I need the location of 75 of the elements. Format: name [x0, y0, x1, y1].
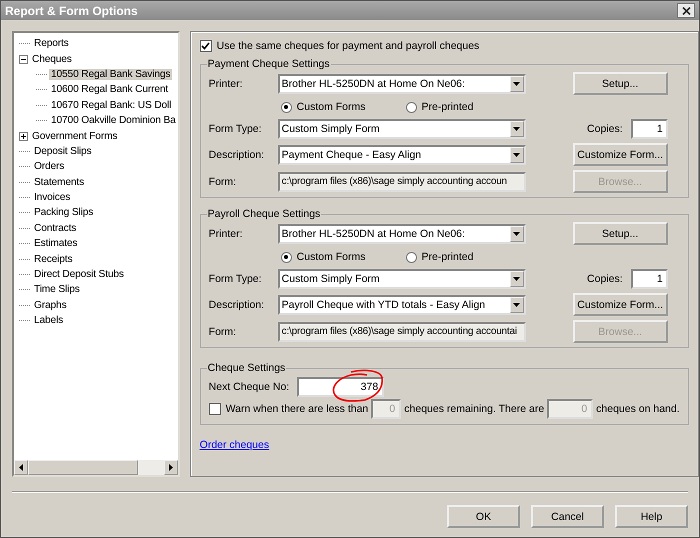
copies-label: Copies:: [587, 123, 623, 135]
tree-item[interactable]: Contracts: [32, 222, 78, 234]
field-label: Form:: [208, 176, 238, 188]
radio-button[interactable]: [406, 252, 416, 262]
expand-icon[interactable]: [19, 132, 28, 141]
radio-button[interactable]: [280, 102, 292, 112]
checkbox-label: Use the same cheques for payment and payroll cheques: [216, 40, 480, 52]
scrollbar-thumb[interactable]: [28, 460, 138, 475]
dialog-button[interactable]: Help: [615, 505, 688, 528]
field-label: Description:: [208, 148, 266, 160]
checkbox[interactable]: [208, 403, 221, 415]
group-title: Cheque Settings: [206, 362, 286, 374]
radio-label: Custom Forms: [296, 251, 366, 263]
description-dropdown[interactable]: Payroll Cheque with YTD totals - Easy Align: [278, 294, 526, 314]
form-path-field[interactable]: c:\program files (x86)\sage simply accounting accountai: [278, 322, 526, 342]
printer-dropdown[interactable]: Brother HL-5250DN at Home On Ne06:: [278, 224, 526, 244]
tree-item[interactable]: Deposit Slips: [32, 146, 94, 157]
field-label: Form Type:: [208, 273, 263, 285]
form-type-dropdown[interactable]: Custom Simply Form: [278, 119, 526, 139]
field-label: Next Cheque No:: [208, 381, 290, 393]
group-title: Payroll Cheque Settings: [206, 208, 322, 220]
description-dropdown[interactable]: Payment Cheque - Easy Align: [278, 144, 526, 164]
copies-field[interactable]: 1: [630, 269, 668, 289]
radio-button[interactable]: [280, 252, 292, 262]
radio-label: Pre-printed: [422, 101, 474, 113]
field-label: Description:: [208, 298, 266, 310]
close-button[interactable]: [677, 3, 695, 18]
tree-item[interactable]: Estimates: [32, 238, 80, 250]
tree-item[interactable]: Invoices: [32, 192, 72, 204]
tree-item[interactable]: Orders: [32, 161, 66, 172]
field-label: cheques remaining. There are: [404, 403, 544, 415]
setup-button[interactable]: Setup...: [572, 72, 668, 95]
collapse-icon[interactable]: [19, 54, 28, 64]
order-cheques-link[interactable]: Order cheques: [200, 439, 270, 451]
tree-item[interactable]: Packing Slips: [32, 207, 96, 218]
field-label: Printer:: [208, 78, 244, 90]
checkbox[interactable]: [200, 40, 212, 52]
tree-item[interactable]: 10670 Regal Bank: US Doll: [49, 100, 174, 111]
field-label: Form Type:: [208, 123, 263, 135]
tree-item[interactable]: 10600 Regal Bank Current: [49, 84, 170, 96]
tree-item[interactable]: Labels: [32, 315, 66, 326]
customize-form-button[interactable]: Customize Form...: [572, 293, 668, 316]
tree-item[interactable]: Graphs: [32, 300, 69, 311]
horizontal-scrollbar[interactable]: [14, 460, 178, 475]
tree-item[interactable]: 10550 Regal Bank Savings: [49, 68, 172, 80]
tree-item[interactable]: Reports: [32, 38, 71, 50]
scroll-left-icon[interactable]: [14, 460, 28, 475]
dialog-button[interactable]: Cancel: [531, 505, 604, 528]
tree-item[interactable]: Time Slips: [32, 284, 82, 296]
setup-button[interactable]: Setup...: [572, 222, 668, 245]
printer-dropdown[interactable]: Brother HL-5250DN at Home On Ne06:: [278, 74, 526, 94]
window-title: Report & Form Options: [5, 4, 138, 18]
checkbox-label: Warn when there are less than: [226, 403, 368, 415]
group-title: Payment Cheque Settings: [206, 58, 331, 70]
tree-item[interactable]: Direct Deposit Stubs: [32, 269, 126, 280]
tree-item[interactable]: Cheques: [30, 54, 74, 65]
scroll-right-icon[interactable]: [164, 460, 178, 475]
radio-label: Pre-printed: [422, 251, 474, 263]
field-label: cheques on hand.: [596, 403, 680, 415]
dialog-button[interactable]: OK: [447, 505, 520, 528]
radio-button[interactable]: [406, 102, 416, 112]
form-type-dropdown[interactable]: Custom Simply Form: [278, 269, 526, 289]
radio-label: Custom Forms: [296, 101, 366, 113]
field-label: Form:: [208, 326, 238, 338]
customize-form-button[interactable]: Customize Form...: [572, 143, 668, 166]
form-path-field[interactable]: c:\program files (x86)\sage simply accounting accoun: [278, 172, 526, 192]
tree-item[interactable]: Receipts: [32, 254, 74, 265]
close-icon[interactable]: [682, 6, 690, 14]
tree-item[interactable]: Statements: [32, 176, 86, 188]
tree-item[interactable]: 10700 Oakville Dominion Ba: [49, 115, 178, 126]
field-label: Printer:: [208, 228, 244, 240]
copies-label: Copies:: [587, 273, 623, 285]
next-cheque-field[interactable]: 378: [297, 377, 384, 397]
copies-field[interactable]: 1: [630, 119, 668, 139]
tree-item[interactable]: Government Forms: [30, 130, 120, 142]
